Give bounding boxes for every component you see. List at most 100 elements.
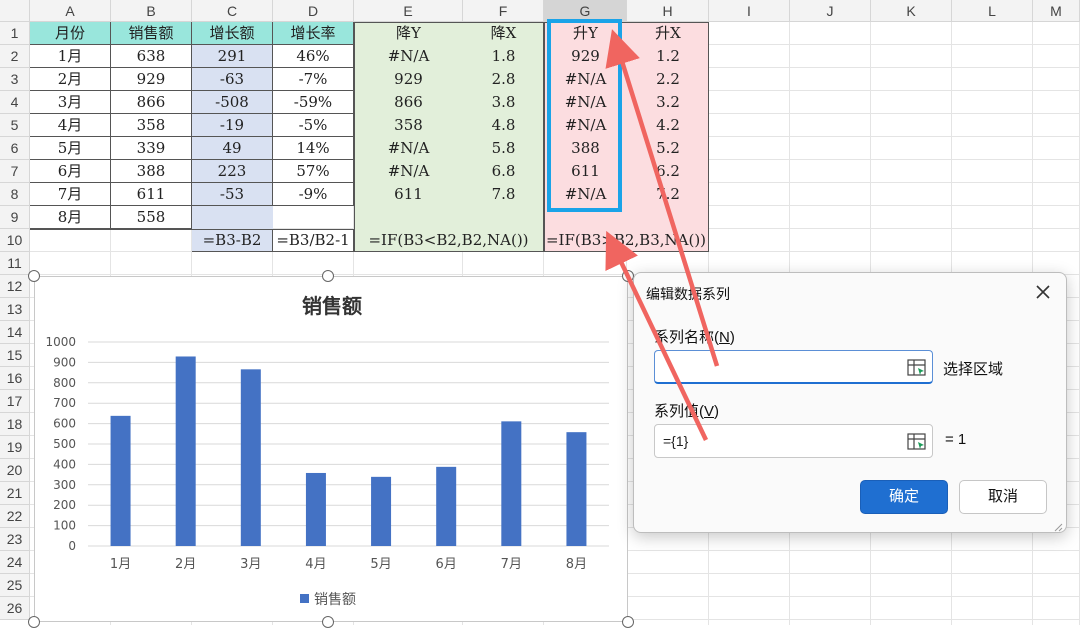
row-header-13[interactable]: 13 [0, 298, 30, 321]
data-cell-r2-c1[interactable]: 866 [111, 91, 192, 114]
data-cell-r5-c3[interactable]: 57% [273, 160, 354, 183]
row-header-8[interactable]: 8 [0, 183, 30, 206]
row-header-20[interactable]: 20 [0, 459, 30, 482]
data-cell-r2-c5[interactable]: 3.8 [463, 91, 544, 114]
data-cell-r0-c7[interactable]: 1.2 [627, 45, 709, 68]
data-cell-r0-c0[interactable]: 1月 [30, 45, 111, 68]
row-header-26[interactable]: 26 [0, 597, 30, 620]
row-header-3[interactable]: 3 [0, 68, 30, 91]
data-cell-r1-c7[interactable]: 2.2 [627, 68, 709, 91]
data-cell-r2-c3[interactable]: -59% [273, 91, 354, 114]
column-header-I[interactable]: I [709, 0, 790, 22]
data-cell-r5-c4[interactable]: #N/A [354, 160, 463, 183]
series-values-input[interactable]: ={1} [654, 424, 933, 458]
formula-d[interactable]: =B3/B2-1 [273, 229, 354, 252]
data-cell-r1-c4[interactable]: 929 [354, 68, 463, 91]
data-cell-r1-c2[interactable]: -63 [192, 68, 273, 91]
data-cell-r3-c7[interactable]: 4.2 [627, 114, 709, 137]
data-cell-r6-c3[interactable]: -9% [273, 183, 354, 206]
header-cell-0[interactable]: 月份 [30, 22, 111, 45]
data-cell-r2-c4[interactable]: 866 [354, 91, 463, 114]
data-cell-r4-c1[interactable]: 339 [111, 137, 192, 160]
row-header-7[interactable]: 7 [0, 160, 30, 183]
resize-handle-4[interactable] [322, 616, 334, 628]
column-header-E[interactable]: E [354, 0, 463, 22]
column-header-D[interactable]: D [273, 0, 354, 22]
data-cell-r3-c2[interactable]: -19 [192, 114, 273, 137]
data-cell-r4-c4[interactable]: #N/A [354, 137, 463, 160]
data-cell-r0-c6[interactable]: 929 [544, 45, 627, 68]
row-header-6[interactable]: 6 [0, 137, 30, 160]
row-header-10[interactable]: 10 [0, 229, 30, 252]
row-header-15[interactable]: 15 [0, 344, 30, 367]
row-header-24[interactable]: 24 [0, 551, 30, 574]
row-header-17[interactable]: 17 [0, 390, 30, 413]
column-header-F[interactable]: F [463, 0, 544, 22]
data-cell-r2-c2[interactable]: -508 [192, 91, 273, 114]
cancel-button[interactable]: 取消 [959, 480, 1047, 514]
column-header-A[interactable]: A [30, 0, 111, 22]
column-header-L[interactable]: L [952, 0, 1033, 22]
data-cell-r0-c2[interactable]: 291 [192, 45, 273, 68]
data-cell-r5-c2[interactable]: 223 [192, 160, 273, 183]
header-cell-6[interactable]: 升Y [544, 22, 627, 45]
column-header-G[interactable]: G [544, 0, 627, 22]
select-all-corner[interactable] [0, 0, 30, 22]
resize-handle-5[interactable] [622, 616, 634, 628]
row-header-1[interactable]: 1 [0, 22, 30, 45]
data-cell-r4-c3[interactable]: 14% [273, 137, 354, 160]
header-cell-1[interactable]: 销售额 [111, 22, 192, 45]
row-header-11[interactable]: 11 [0, 252, 30, 275]
ok-button[interactable]: 确定 [860, 480, 948, 514]
row-header-25[interactable]: 25 [0, 574, 30, 597]
formula-e[interactable]: =IF(B3<B2,B2,NA()) [354, 229, 544, 252]
data-cell-r2-c6[interactable]: #N/A [544, 91, 627, 114]
data-cell-r6-c1[interactable]: 611 [111, 183, 192, 206]
data-cell-r3-c4[interactable]: 358 [354, 114, 463, 137]
resize-handle-3[interactable] [28, 616, 40, 628]
data-cell-r4-c5[interactable]: 5.8 [463, 137, 544, 160]
data-cell-r7-c1[interactable]: 558 [111, 206, 192, 229]
data-cell-r0-c1[interactable]: 638 [111, 45, 192, 68]
data-cell-r6-c4[interactable]: 611 [354, 183, 463, 206]
row-header-5[interactable]: 5 [0, 114, 30, 137]
series-name-input[interactable] [654, 350, 933, 384]
resize-grip-icon[interactable] [1053, 519, 1063, 532]
column-header-H[interactable]: H [627, 0, 709, 22]
values-range-selector-icon[interactable] [907, 433, 927, 451]
data-cell-r6-c0[interactable]: 7月 [30, 183, 111, 206]
row-header-23[interactable]: 23 [0, 528, 30, 551]
data-cell-r4-c2[interactable]: 49 [192, 137, 273, 160]
row-header-21[interactable]: 21 [0, 482, 30, 505]
header-cell-5[interactable]: 降X [463, 22, 544, 45]
header-cell-7[interactable]: 升X [627, 22, 709, 45]
data-cell-r3-c6[interactable]: #N/A [544, 114, 627, 137]
data-cell-r4-c7[interactable]: 5.2 [627, 137, 709, 160]
column-header-K[interactable]: K [871, 0, 952, 22]
data-cell-r5-c7[interactable]: 6.2 [627, 160, 709, 183]
column-header-J[interactable]: J [790, 0, 871, 22]
resize-handle-0[interactable] [28, 270, 40, 282]
resize-handle-1[interactable] [322, 270, 334, 282]
data-cell-r4-c0[interactable]: 5月 [30, 137, 111, 160]
formula-c[interactable]: =B3-B2 [192, 229, 273, 252]
data-cell-r3-c5[interactable]: 4.8 [463, 114, 544, 137]
data-cell-r6-c6[interactable]: #N/A [544, 183, 627, 206]
header-cell-4[interactable]: 降Y [354, 22, 463, 45]
formula-g[interactable]: =IF(B3>B2,B3,NA()) [544, 229, 709, 252]
data-cell-r6-c7[interactable]: 7.2 [627, 183, 709, 206]
row-header-22[interactable]: 22 [0, 505, 30, 528]
close-icon[interactable] [1032, 281, 1054, 303]
data-cell-r5-c5[interactable]: 6.8 [463, 160, 544, 183]
data-cell-r1-c1[interactable]: 929 [111, 68, 192, 91]
header-cell-2[interactable]: 增长额 [192, 22, 273, 45]
row-header-18[interactable]: 18 [0, 413, 30, 436]
data-cell-r0-c5[interactable]: 1.8 [463, 45, 544, 68]
row-header-4[interactable]: 4 [0, 91, 30, 114]
data-cell-r5-c6[interactable]: 611 [544, 160, 627, 183]
column-header-C[interactable]: C [192, 0, 273, 22]
header-cell-3[interactable]: 增长率 [273, 22, 354, 45]
data-cell-r1-c6[interactable]: #N/A [544, 68, 627, 91]
column-header-M[interactable]: M [1033, 0, 1080, 22]
data-cell-r1-c3[interactable]: -7% [273, 68, 354, 91]
